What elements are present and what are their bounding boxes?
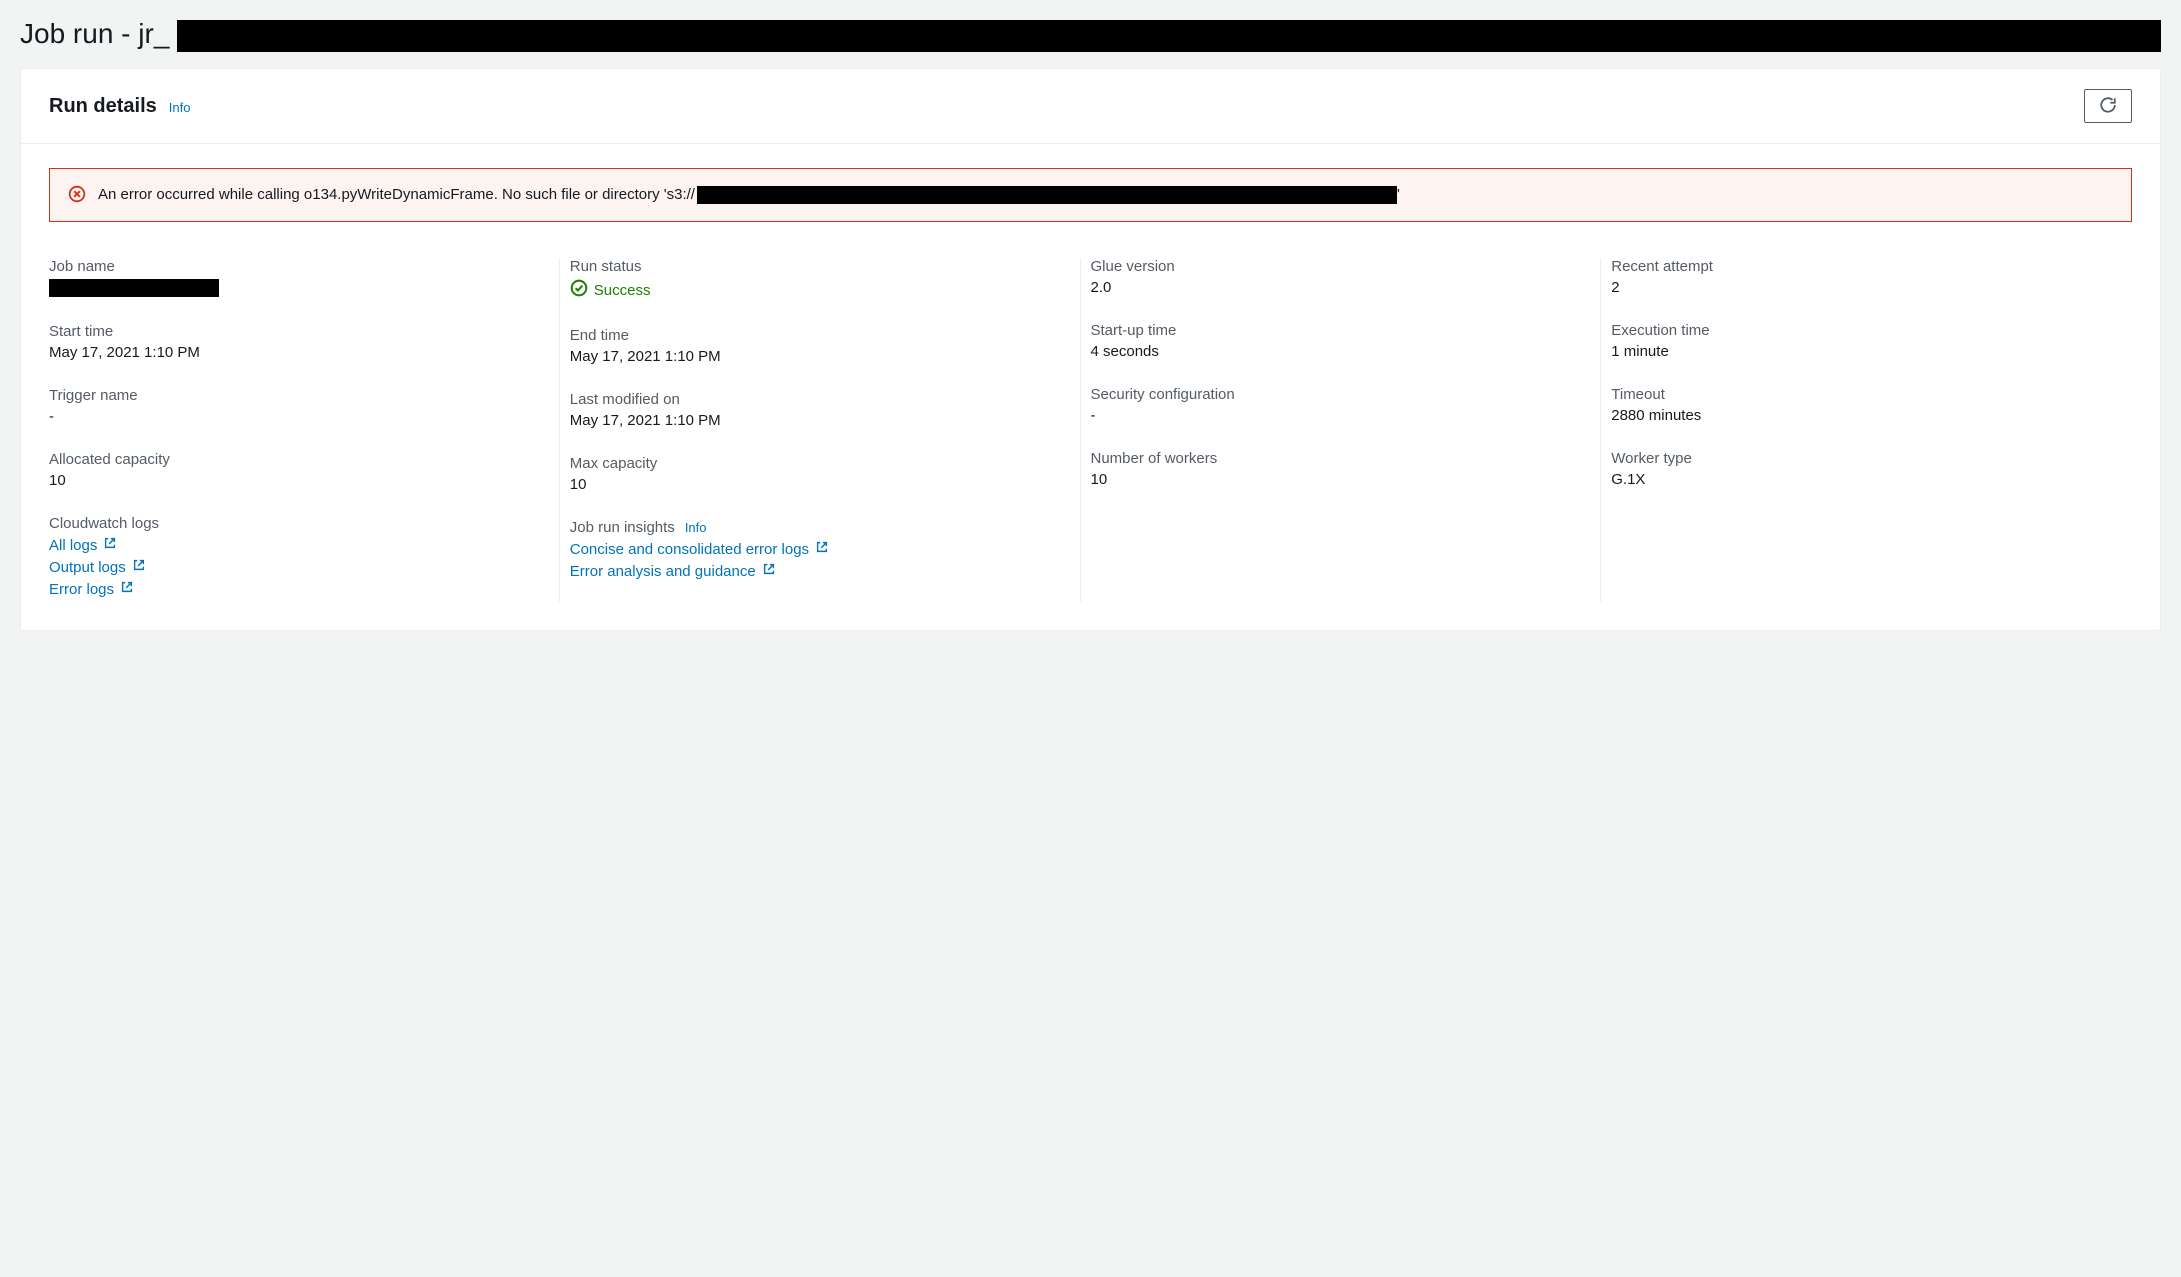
external-link-icon [120, 580, 134, 598]
link-concise-error-logs-text: Concise and consolidated error logs [570, 541, 809, 558]
redacted-s3-path-1 [697, 186, 1017, 204]
refresh-button[interactable] [2084, 89, 2132, 123]
details-col-1: Job name Start time May 17, 2021 1:10 PM… [49, 258, 570, 602]
field-job-name: Job name [49, 258, 546, 297]
value-num-workers: 10 [1091, 471, 1588, 488]
value-end-time: May 17, 2021 1:10 PM [570, 348, 1067, 365]
value-worker-type: G.1X [1611, 471, 2108, 488]
label-job-run-insights: Job run insights Info [570, 519, 1067, 536]
external-link-icon [762, 562, 776, 580]
run-details-card: Run details Info [20, 68, 2161, 631]
info-link[interactable]: Info [169, 100, 191, 115]
label-timeout: Timeout [1611, 386, 2108, 403]
field-worker-type: Worker type G.1X [1611, 450, 2108, 488]
label-job-name: Job name [49, 258, 546, 275]
success-icon [570, 279, 588, 301]
field-job-run-insights: Job run insights Info Concise and consol… [570, 519, 1067, 580]
cloudwatch-log-links: All logs Output logs Error logs [49, 536, 546, 598]
link-output-logs-text: Output logs [49, 559, 126, 576]
value-startup-time: 4 seconds [1091, 343, 1588, 360]
field-run-status: Run status Success [570, 258, 1067, 301]
field-max-capacity: Max capacity 10 [570, 455, 1067, 493]
field-last-modified: Last modified on May 17, 2021 1:10 PM [570, 391, 1067, 429]
external-link-icon [103, 536, 117, 554]
label-last-modified: Last modified on [570, 391, 1067, 408]
value-run-status-text: Success [594, 282, 651, 299]
error-alert: An error occurred while calling o134.pyW… [49, 168, 2132, 222]
value-run-status: Success [570, 279, 651, 301]
label-end-time: End time [570, 327, 1067, 344]
refresh-icon [2099, 96, 2117, 117]
details-col-4: Recent attempt 2 Execution time 1 minute… [1611, 258, 2132, 602]
value-job-name-redacted [49, 279, 219, 297]
label-allocated-capacity: Allocated capacity [49, 451, 546, 468]
link-error-analysis[interactable]: Error analysis and guidance [570, 562, 1067, 580]
label-security-config: Security configuration [1091, 386, 1588, 403]
insights-links: Concise and consolidated error logs Erro… [570, 540, 1067, 580]
value-last-modified: May 17, 2021 1:10 PM [570, 412, 1067, 429]
label-recent-attempt: Recent attempt [1611, 258, 2108, 275]
value-timeout: 2880 minutes [1611, 407, 2108, 424]
info-link-insights[interactable]: Info [685, 520, 707, 535]
value-execution-time: 1 minute [1611, 343, 2108, 360]
label-job-run-insights-text: Job run insights [570, 519, 675, 536]
label-num-workers: Number of workers [1091, 450, 1588, 467]
label-worker-type: Worker type [1611, 450, 2108, 467]
error-message: An error occurred while calling o134.pyW… [98, 183, 1400, 207]
card-title-text: Run details [49, 95, 157, 118]
error-text-before: An error occurred while calling o134.pyW… [98, 183, 695, 207]
value-trigger-name: - [49, 408, 546, 425]
link-output-logs[interactable]: Output logs [49, 558, 546, 576]
error-text-after: ' [1397, 183, 1400, 207]
field-allocated-capacity: Allocated capacity 10 [49, 451, 546, 489]
field-startup-time: Start-up time 4 seconds [1091, 322, 1588, 360]
card-header: Run details Info [21, 69, 2160, 144]
label-execution-time: Execution time [1611, 322, 2108, 339]
field-security-config: Security configuration - [1091, 386, 1588, 424]
label-start-time: Start time [49, 323, 546, 340]
external-link-icon [132, 558, 146, 576]
field-execution-time: Execution time 1 minute [1611, 322, 2108, 360]
details-grid: Job name Start time May 17, 2021 1:10 PM… [49, 258, 2132, 602]
link-error-logs[interactable]: Error logs [49, 580, 546, 598]
link-all-logs-text: All logs [49, 537, 97, 554]
value-start-time: May 17, 2021 1:10 PM [49, 344, 546, 361]
value-recent-attempt: 2 [1611, 279, 2108, 296]
error-icon [68, 185, 86, 206]
field-glue-version: Glue version 2.0 [1091, 258, 1588, 296]
field-start-time: Start time May 17, 2021 1:10 PM [49, 323, 546, 361]
label-trigger-name: Trigger name [49, 387, 546, 404]
details-col-2: Run status Success End t [570, 258, 1091, 602]
link-error-logs-text: Error logs [49, 581, 114, 598]
link-concise-error-logs[interactable]: Concise and consolidated error logs [570, 540, 1067, 558]
page-title: Job run - jr_ [20, 16, 2161, 52]
external-link-icon [815, 540, 829, 558]
value-max-capacity: 10 [570, 476, 1067, 493]
field-cloudwatch-logs: Cloudwatch logs All logs Output logs [49, 515, 546, 598]
label-run-status: Run status [570, 258, 1067, 275]
card-body: An error occurred while calling o134.pyW… [21, 144, 2160, 630]
page-title-prefix: Job run - jr_ [20, 18, 169, 50]
value-security-config: - [1091, 407, 1588, 424]
field-end-time: End time May 17, 2021 1:10 PM [570, 327, 1067, 365]
value-glue-version: 2.0 [1091, 279, 1588, 296]
label-startup-time: Start-up time [1091, 322, 1588, 339]
value-allocated-capacity: 10 [49, 472, 546, 489]
label-glue-version: Glue version [1091, 258, 1588, 275]
field-num-workers: Number of workers 10 [1091, 450, 1588, 488]
link-error-analysis-text: Error analysis and guidance [570, 563, 756, 580]
card-title: Run details Info [49, 95, 190, 118]
link-all-logs[interactable]: All logs [49, 536, 546, 554]
label-cloudwatch-logs: Cloudwatch logs [49, 515, 546, 532]
field-trigger-name: Trigger name - [49, 387, 546, 425]
redacted-job-run-id [177, 20, 2161, 52]
label-max-capacity: Max capacity [570, 455, 1067, 472]
field-timeout: Timeout 2880 minutes [1611, 386, 2108, 424]
field-recent-attempt: Recent attempt 2 [1611, 258, 2108, 296]
details-col-3: Glue version 2.0 Start-up time 4 seconds… [1091, 258, 1612, 602]
redacted-s3-path-2 [1017, 186, 1397, 204]
